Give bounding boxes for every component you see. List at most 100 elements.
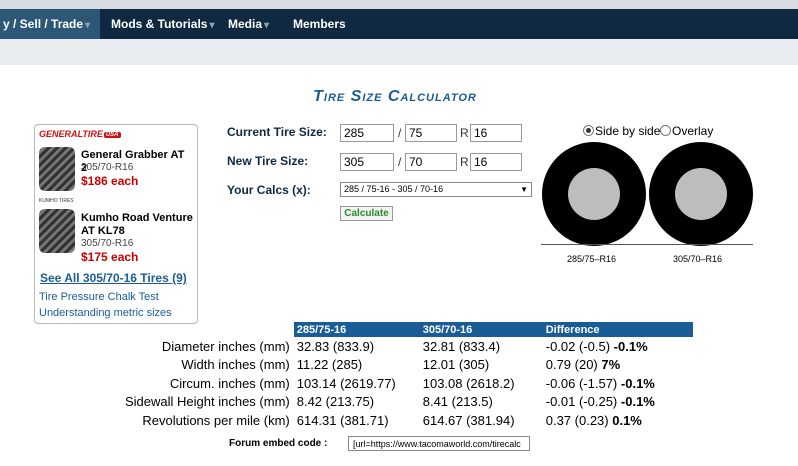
page-title: Tire Size Calculator bbox=[313, 88, 477, 105]
product-size: 305/70-R16 bbox=[81, 162, 134, 173]
current-width-input[interactable] bbox=[340, 124, 394, 142]
dropdown-arrow-icon: ▼ bbox=[520, 185, 528, 194]
general-tire-logo: GENERALTIRE USA bbox=[39, 129, 121, 139]
tire1-size-label: 285/75–R16 bbox=[567, 254, 617, 264]
tire-pressure-link[interactable]: Tire Pressure Chalk Test bbox=[39, 291, 159, 303]
rim-separator: R bbox=[460, 155, 469, 169]
calculate-button[interactable]: Calculate bbox=[340, 206, 393, 221]
nav-label: Media bbox=[228, 17, 263, 31]
current-value: 8.42 (213.75) bbox=[296, 394, 375, 410]
difference-percent: 0.1% bbox=[612, 412, 642, 428]
browser-top-strip bbox=[0, 0, 798, 9]
product-name[interactable]: Kumho Road Venture AT KL78 bbox=[81, 212, 193, 238]
table-row: Sidewall Height inches (mm) 8.42 (213.75… bbox=[122, 393, 693, 412]
new-value: 8.41 (213.5) bbox=[422, 394, 493, 410]
rim-separator: R bbox=[460, 126, 469, 140]
tire-image[interactable] bbox=[39, 209, 75, 253]
radio-empty-icon bbox=[660, 125, 671, 136]
slash-separator: / bbox=[398, 155, 402, 169]
difference-value: -0.06 (-1.57) bbox=[545, 375, 618, 391]
product-price: $175 each bbox=[81, 250, 139, 264]
chevron-down-icon: ▾ bbox=[264, 20, 270, 31]
main-navigation: y / Sell / Trade ▾ Mods & Tutorials ▾ Medi… bbox=[0, 9, 798, 39]
tire-ad-box: GENERALTIRE USA General Grabber AT 2 305/… bbox=[34, 124, 198, 324]
select-value: 285 / 75-16 - 305 / 70-16 bbox=[344, 184, 444, 194]
see-all-tires-link[interactable]: See All 305/70-16 Tires (9) bbox=[40, 271, 187, 285]
embed-label-colon: : bbox=[324, 438, 328, 449]
tire-comparison-visual bbox=[541, 140, 756, 246]
product-size: 305/70-R16 bbox=[81, 238, 134, 249]
row-label: Sidewall Height inches (mm) bbox=[125, 394, 290, 410]
tire-305-70-r16 bbox=[649, 142, 753, 246]
table-header-row: 285/75-16 305/70-16 Difference bbox=[122, 322, 693, 337]
difference-value: 0.37 (0.23) bbox=[545, 412, 609, 428]
new-value: 103.08 (2618.2) bbox=[422, 375, 515, 391]
chevron-down-icon: ▾ bbox=[209, 20, 215, 31]
chevron-down-icon: ▾ bbox=[85, 20, 91, 31]
tire-285-75-r16 bbox=[542, 142, 646, 246]
difference-percent: -0.1% bbox=[613, 338, 648, 354]
saved-calcs-select[interactable]: 285 / 75-16 - 305 / 70-16 ▼ bbox=[340, 182, 532, 197]
new-tire-label: New Tire Size: bbox=[227, 154, 309, 168]
nav-item-mods-tutorials[interactable]: Mods & Tutorials ▾ bbox=[111, 9, 214, 39]
current-value: 614.31 (381.71) bbox=[296, 412, 389, 428]
nav-item-media[interactable]: Media ▾ bbox=[228, 9, 269, 39]
table-row: Revolutions per mile (km) 614.31 (381.71… bbox=[122, 411, 693, 430]
nav-label: y / Sell / Trade bbox=[3, 17, 84, 31]
side-by-side-radio[interactable]: Side by side bbox=[583, 124, 660, 138]
your-calcs-label: Your Calcs (x): bbox=[227, 183, 311, 197]
table-row: Diameter inches (mm) 32.83 (833.9) 32.81… bbox=[122, 337, 693, 356]
embed-code-label: Forum embed code : bbox=[229, 438, 327, 449]
current-rim-input[interactable] bbox=[470, 124, 522, 142]
tire-image[interactable] bbox=[39, 147, 75, 191]
new-value: 614.67 (381.94) bbox=[422, 412, 515, 428]
overlay-radio[interactable]: Overlay bbox=[660, 124, 713, 138]
header-new: 305/70-16 bbox=[419, 322, 543, 337]
new-aspect-input[interactable] bbox=[405, 153, 457, 171]
rim bbox=[675, 168, 727, 220]
current-value: 32.83 (833.9) bbox=[296, 338, 375, 354]
difference-cell: -0.01 (-0.25) -0.1% bbox=[543, 393, 693, 412]
new-value: 32.81 (833.4) bbox=[422, 338, 501, 354]
new-rim-input[interactable] bbox=[470, 153, 522, 171]
difference-cell: 0.79 (20) 7% bbox=[543, 356, 693, 375]
nav-item-members[interactable]: Members bbox=[293, 9, 346, 39]
product-price: $186 each bbox=[81, 174, 139, 188]
new-width-input[interactable] bbox=[340, 153, 394, 171]
difference-cell: -0.02 (-0.5) -0.1% bbox=[543, 337, 693, 356]
row-label: Width inches (mm) bbox=[181, 357, 290, 373]
radio-selected-icon bbox=[583, 125, 594, 136]
difference-cell: -0.06 (-1.57) -0.1% bbox=[543, 374, 693, 393]
row-label: Circum. inches (mm) bbox=[169, 375, 290, 391]
sub-navigation-bar bbox=[0, 39, 798, 65]
difference-value: 0.79 (20) bbox=[545, 357, 598, 373]
row-label: Diameter inches (mm) bbox=[161, 338, 290, 354]
header-difference: Difference bbox=[542, 322, 693, 337]
current-value: 11.22 (285) bbox=[296, 357, 363, 373]
difference-percent: 7% bbox=[601, 357, 621, 373]
radio-label: Side by side bbox=[595, 124, 661, 138]
results-table: 285/75-16 305/70-16 Difference Diameter … bbox=[122, 322, 693, 430]
embed-code-input[interactable] bbox=[348, 436, 530, 451]
radio-label: Overlay bbox=[672, 124, 714, 138]
difference-value: -0.01 (-0.25) bbox=[545, 394, 618, 410]
header-blank bbox=[122, 322, 294, 337]
table-row: Circum. inches (mm) 103.14 (2619.77) 103… bbox=[122, 374, 693, 393]
difference-value: -0.02 (-0.5) bbox=[545, 338, 611, 354]
difference-cell: 0.37 (0.23) 0.1% bbox=[543, 411, 693, 430]
header-current: 285/75-16 bbox=[293, 322, 420, 337]
ground-line bbox=[541, 244, 753, 245]
difference-percent: -0.1% bbox=[620, 394, 655, 410]
current-value: 103.14 (2619.77) bbox=[296, 375, 396, 391]
rim bbox=[568, 168, 620, 220]
nav-item-buy-sell-trade[interactable]: y / Sell / Trade ▾ bbox=[0, 9, 100, 39]
nav-label: Members bbox=[293, 17, 346, 31]
current-aspect-input[interactable] bbox=[405, 124, 457, 142]
kumho-logo: KUMHO TIRES bbox=[39, 198, 74, 204]
tire2-size-label: 305/70–R16 bbox=[673, 254, 723, 264]
nav-label: Mods & Tutorials bbox=[111, 17, 208, 31]
new-value: 12.01 (305) bbox=[422, 357, 490, 373]
current-tire-label: Current Tire Size: bbox=[227, 125, 327, 139]
row-label: Revolutions per mile (km) bbox=[142, 412, 290, 428]
metric-sizes-link[interactable]: Understanding metric sizes bbox=[39, 307, 172, 319]
